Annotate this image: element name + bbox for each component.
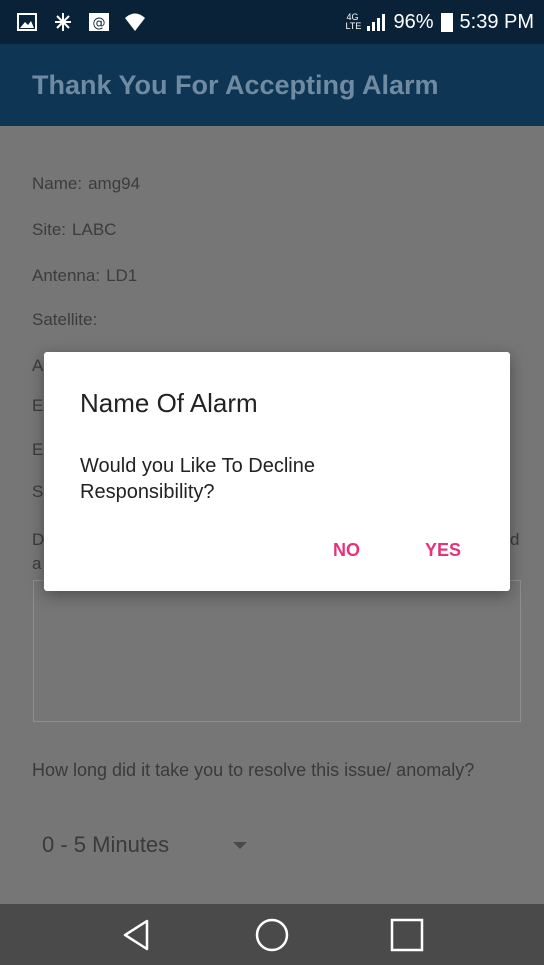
- decline-dialog: Name Of Alarm Would you Like To Decline …: [44, 352, 510, 591]
- bluetooth-icon: [52, 11, 74, 33]
- name-value: amg94: [88, 174, 141, 193]
- signal-icon: [365, 11, 387, 33]
- status-right: 4G LTE 96% 5:39 PM: [345, 11, 534, 34]
- no-button[interactable]: NO: [333, 540, 360, 561]
- status-bar: @ ? 4G LTE 96% 5:39 PM: [0, 0, 544, 44]
- email-icon: @: [88, 11, 110, 33]
- obscured-field-3: E: [32, 440, 44, 459]
- description-textarea[interactable]: [33, 580, 521, 722]
- obscured-field-2: E: [32, 396, 44, 415]
- svg-text:?: ?: [139, 24, 144, 33]
- image-icon: [16, 11, 38, 33]
- site-field: Site: LABC: [32, 220, 116, 240]
- back-button[interactable]: [117, 915, 157, 955]
- dialog-message: Would you Like To Decline Responsibility…: [80, 455, 315, 503]
- name-field: Name: amg94: [32, 174, 140, 194]
- back-icon: [124, 919, 149, 950]
- antenna-value: LD1: [106, 266, 138, 285]
- page-title: Thank You For Accepting Alarm: [32, 69, 439, 100]
- home-button[interactable]: [252, 915, 292, 955]
- obscured-field-4: S: [32, 482, 44, 501]
- svg-text:@: @: [93, 16, 106, 31]
- battery-icon: [440, 11, 454, 33]
- screen: @ ? 4G LTE 96% 5:39 PM Thank You For Acc…: [0, 0, 544, 965]
- obscured-description-label-line2: a: [32, 554, 42, 573]
- duration-selected-value: 0 - 5 Minutes: [42, 832, 170, 857]
- home-icon: [255, 918, 289, 951]
- yes-button[interactable]: YES: [425, 540, 461, 561]
- obscured-description-label: D: [32, 530, 45, 549]
- antenna-field: Antenna: LD1: [32, 266, 137, 286]
- clock: 5:39 PM: [459, 10, 534, 33]
- wifi-icon: ?: [124, 11, 146, 33]
- recents-icon: [390, 918, 423, 951]
- status-left: @ ?: [16, 11, 146, 33]
- site-value: LABC: [72, 220, 117, 239]
- nav-bar: [0, 904, 544, 965]
- obscured-field-1: A: [32, 356, 44, 375]
- recents-button[interactable]: [387, 915, 427, 955]
- dialog-title: Name Of Alarm: [80, 388, 258, 418]
- network-type-label: 4G LTE: [345, 12, 362, 31]
- satellite-field: Satellite:: [32, 310, 103, 330]
- dropdown-arrow-icon: [233, 841, 248, 849]
- site-label: Site:: [32, 220, 67, 239]
- obscured-description-label-end: d: [510, 530, 520, 549]
- satellite-label: Satellite:: [32, 310, 98, 329]
- resolve-time-question: How long did it take you to resolve this…: [32, 760, 475, 780]
- app-bar: Thank You For Accepting Alarm: [0, 44, 544, 126]
- antenna-label: Antenna:: [32, 266, 101, 285]
- name-label: Name:: [32, 174, 83, 193]
- battery-percent: 96%: [393, 10, 434, 33]
- duration-select[interactable]: 0 - 5 Minutes: [42, 832, 248, 858]
